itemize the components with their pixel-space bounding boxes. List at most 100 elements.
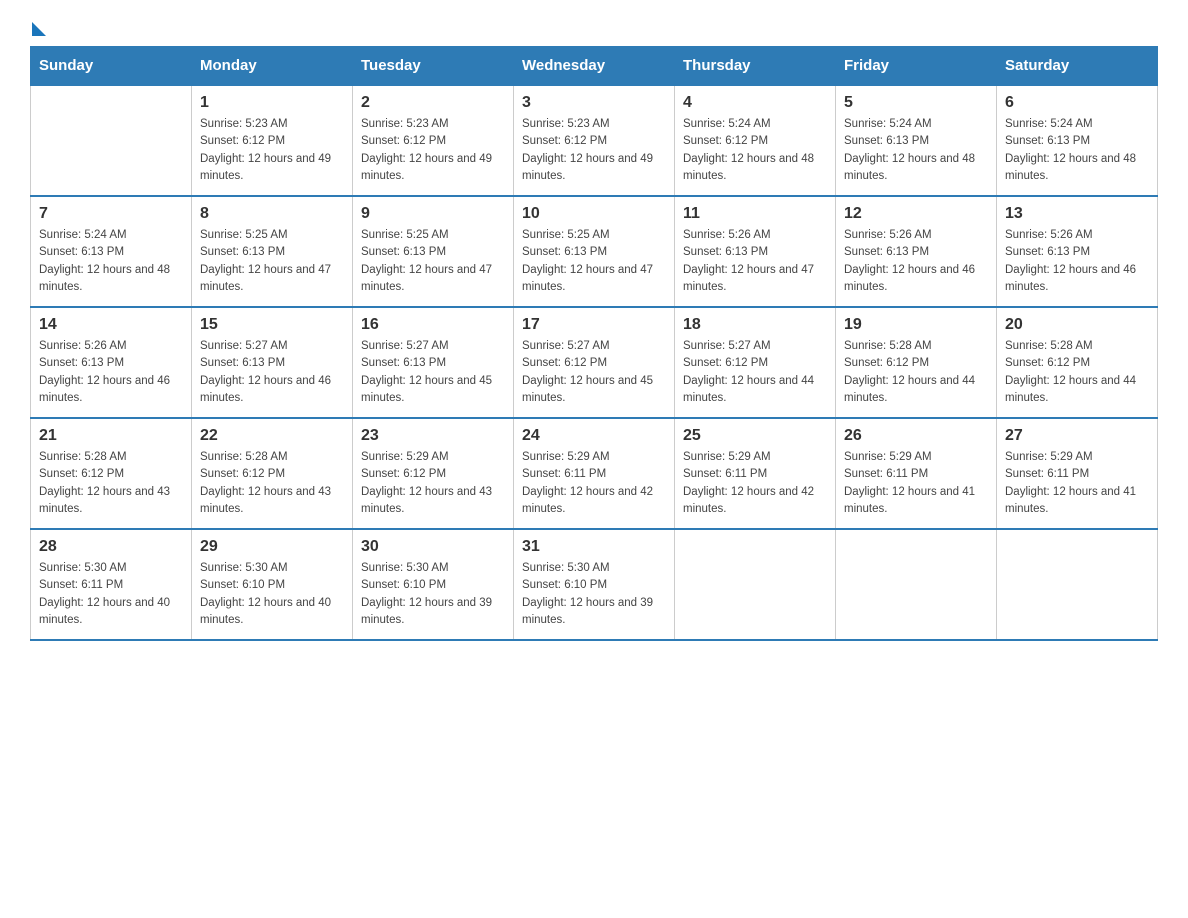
calendar-cell: 15 Sunrise: 5:27 AMSunset: 6:13 PMDayligh… — [192, 307, 353, 418]
day-info: Sunrise: 5:29 AMSunset: 6:11 PMDaylight:… — [1005, 449, 1149, 518]
day-info: Sunrise: 5:25 AMSunset: 6:13 PMDaylight:… — [200, 227, 344, 296]
calendar-cell: 22Sunrise: 5:28 AMSunset: 6:12 PMDayligh… — [192, 418, 353, 529]
day-number: 11 — [683, 205, 827, 223]
day-info: Sunrise: 5:30 AMSunset: 6:11 PMDaylight:… — [39, 560, 183, 629]
day-info: Sunrise: 5:26 AMSunset: 6:13 PMDaylight:… — [683, 227, 827, 296]
day-info: Sunrise: 5:30 AMSunset: 6:10 PMDaylight:… — [522, 560, 666, 629]
calendar-cell: 14Sunrise: 5:26 AMSunset: 6:13 PMDayligh… — [31, 307, 192, 418]
day-number: 21 — [39, 427, 183, 445]
calendar-cell: 24Sunrise: 5:29 AMSunset: 6:11 PMDayligh… — [514, 418, 675, 529]
day-info: Sunrise: 5:23 AMSunset: 6:12 PMDaylight:… — [361, 116, 505, 185]
day-info: Sunrise: 5:29 AMSunset: 6:12 PMDaylight:… — [361, 449, 505, 518]
day-info: Sunrise: 5:30 AMSunset: 6:10 PMDaylight:… — [361, 560, 505, 629]
logo-triangle-icon — [32, 22, 46, 36]
day-number: 25 — [683, 427, 827, 445]
calendar-cell: 28 Sunrise: 5:30 AMSunset: 6:11 PMDayligh… — [31, 529, 192, 640]
day-info: Sunrise: 5:27 AMSunset: 6:13 PMDaylight:… — [361, 338, 505, 407]
day-info: Sunrise: 5:23 AMSunset: 6:12 PMDaylight:… — [200, 116, 344, 185]
day-info: Sunrise: 5:24 AMSunset: 6:12 PMDaylight:… — [683, 116, 827, 185]
day-number: 12 — [844, 205, 988, 223]
day-info: Sunrise: 5:28 AMSunset: 6:12 PMDaylight:… — [200, 449, 344, 518]
day-number: 9 — [361, 205, 505, 223]
calendar-cell: 9 Sunrise: 5:25 AMSunset: 6:13 PMDaylight… — [353, 196, 514, 307]
calendar-cell: 19 Sunrise: 5:28 AMSunset: 6:12 PMDayligh… — [836, 307, 997, 418]
day-info: Sunrise: 5:25 AMSunset: 6:13 PMDaylight:… — [361, 227, 505, 296]
calendar-cell: 17Sunrise: 5:27 AMSunset: 6:12 PMDayligh… — [514, 307, 675, 418]
day-info: Sunrise: 5:26 AMSunset: 6:13 PMDaylight:… — [844, 227, 988, 296]
day-info: Sunrise: 5:29 AMSunset: 6:11 PMDaylight:… — [683, 449, 827, 518]
calendar-week-row: 14Sunrise: 5:26 AMSunset: 6:13 PMDayligh… — [31, 307, 1158, 418]
day-info: Sunrise: 5:26 AMSunset: 6:13 PMDaylight:… — [39, 338, 183, 407]
calendar-week-row: 1 Sunrise: 5:23 AMSunset: 6:12 PMDaylight… — [31, 85, 1158, 196]
column-header-tuesday: Tuesday — [353, 47, 514, 86]
calendar-cell — [997, 529, 1158, 640]
day-number: 29 — [200, 538, 344, 556]
logo — [30, 30, 46, 36]
calendar-week-row: 7 Sunrise: 5:24 AMSunset: 6:13 PMDaylight… — [31, 196, 1158, 307]
calendar-table: SundayMondayTuesdayWednesdayThursdayFrid… — [30, 46, 1158, 641]
day-number: 15 — [200, 316, 344, 334]
calendar-cell: 12 Sunrise: 5:26 AMSunset: 6:13 PMDayligh… — [836, 196, 997, 307]
calendar-cell: 10 Sunrise: 5:25 AMSunset: 6:13 PMDayligh… — [514, 196, 675, 307]
calendar-cell — [31, 85, 192, 196]
calendar-cell: 4 Sunrise: 5:24 AMSunset: 6:12 PMDaylight… — [675, 85, 836, 196]
column-header-sunday: Sunday — [31, 47, 192, 86]
day-info: Sunrise: 5:29 AMSunset: 6:11 PMDaylight:… — [522, 449, 666, 518]
calendar-cell: 13Sunrise: 5:26 AMSunset: 6:13 PMDayligh… — [997, 196, 1158, 307]
column-header-monday: Monday — [192, 47, 353, 86]
day-info: Sunrise: 5:27 AMSunset: 6:12 PMDaylight:… — [683, 338, 827, 407]
day-number: 30 — [361, 538, 505, 556]
calendar-cell: 3Sunrise: 5:23 AMSunset: 6:12 PMDaylight… — [514, 85, 675, 196]
day-info: Sunrise: 5:28 AMSunset: 6:12 PMDaylight:… — [39, 449, 183, 518]
day-info: Sunrise: 5:25 AMSunset: 6:13 PMDaylight:… — [522, 227, 666, 296]
calendar-cell: 2 Sunrise: 5:23 AMSunset: 6:12 PMDaylight… — [353, 85, 514, 196]
calendar-cell: 18 Sunrise: 5:27 AMSunset: 6:12 PMDayligh… — [675, 307, 836, 418]
day-info: Sunrise: 5:28 AMSunset: 6:12 PMDaylight:… — [844, 338, 988, 407]
calendar-cell: 5 Sunrise: 5:24 AMSunset: 6:13 PMDaylight… — [836, 85, 997, 196]
calendar-cell: 29 Sunrise: 5:30 AMSunset: 6:10 PMDayligh… — [192, 529, 353, 640]
page-header — [30, 20, 1158, 36]
day-number: 28 — [39, 538, 183, 556]
calendar-week-row: 28 Sunrise: 5:30 AMSunset: 6:11 PMDayligh… — [31, 529, 1158, 640]
day-number: 7 — [39, 205, 183, 223]
calendar-cell: 26 Sunrise: 5:29 AMSunset: 6:11 PMDayligh… — [836, 418, 997, 529]
calendar-cell: 30 Sunrise: 5:30 AMSunset: 6:10 PMDayligh… — [353, 529, 514, 640]
calendar-cell: 27Sunrise: 5:29 AMSunset: 6:11 PMDayligh… — [997, 418, 1158, 529]
calendar-cell: 25 Sunrise: 5:29 AMSunset: 6:11 PMDayligh… — [675, 418, 836, 529]
day-number: 20 — [1005, 316, 1149, 334]
calendar-cell: 1 Sunrise: 5:23 AMSunset: 6:12 PMDaylight… — [192, 85, 353, 196]
day-number: 31 — [522, 538, 666, 556]
day-number: 26 — [844, 427, 988, 445]
column-header-saturday: Saturday — [997, 47, 1158, 86]
calendar-cell: 16 Sunrise: 5:27 AMSunset: 6:13 PMDayligh… — [353, 307, 514, 418]
day-info: Sunrise: 5:27 AMSunset: 6:12 PMDaylight:… — [522, 338, 666, 407]
day-info: Sunrise: 5:24 AMSunset: 6:13 PMDaylight:… — [39, 227, 183, 296]
day-info: Sunrise: 5:30 AMSunset: 6:10 PMDaylight:… — [200, 560, 344, 629]
day-number: 3 — [522, 94, 666, 112]
day-number: 19 — [844, 316, 988, 334]
day-info: Sunrise: 5:24 AMSunset: 6:13 PMDaylight:… — [1005, 116, 1149, 185]
day-info: Sunrise: 5:27 AMSunset: 6:13 PMDaylight:… — [200, 338, 344, 407]
day-info: Sunrise: 5:28 AMSunset: 6:12 PMDaylight:… — [1005, 338, 1149, 407]
day-info: Sunrise: 5:24 AMSunset: 6:13 PMDaylight:… — [844, 116, 988, 185]
calendar-cell: 31 Sunrise: 5:30 AMSunset: 6:10 PMDayligh… — [514, 529, 675, 640]
calendar-cell: 11 Sunrise: 5:26 AMSunset: 6:13 PMDayligh… — [675, 196, 836, 307]
calendar-cell: 20 Sunrise: 5:28 AMSunset: 6:12 PMDayligh… — [997, 307, 1158, 418]
calendar-cell — [836, 529, 997, 640]
calendar-cell: 21 Sunrise: 5:28 AMSunset: 6:12 PMDayligh… — [31, 418, 192, 529]
day-number: 13 — [1005, 205, 1149, 223]
day-number: 1 — [200, 94, 344, 112]
day-info: Sunrise: 5:29 AMSunset: 6:11 PMDaylight:… — [844, 449, 988, 518]
day-number: 16 — [361, 316, 505, 334]
day-number: 6 — [1005, 94, 1149, 112]
column-header-thursday: Thursday — [675, 47, 836, 86]
day-number: 2 — [361, 94, 505, 112]
day-number: 10 — [522, 205, 666, 223]
day-number: 23 — [361, 427, 505, 445]
day-number: 5 — [844, 94, 988, 112]
day-number: 4 — [683, 94, 827, 112]
calendar-cell: 7 Sunrise: 5:24 AMSunset: 6:13 PMDaylight… — [31, 196, 192, 307]
column-header-wednesday: Wednesday — [514, 47, 675, 86]
day-number: 18 — [683, 316, 827, 334]
calendar-header-row: SundayMondayTuesdayWednesdayThursdayFrid… — [31, 47, 1158, 86]
